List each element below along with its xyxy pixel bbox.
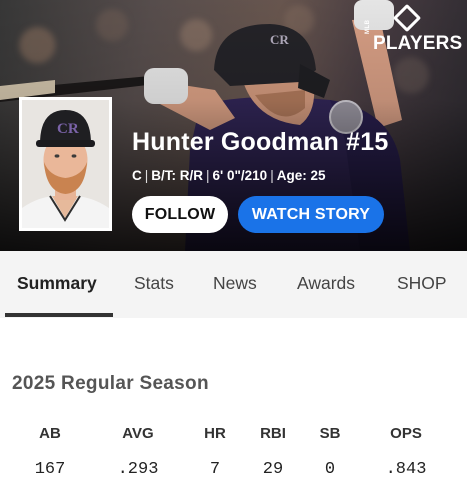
season-title: 2025 Regular Season	[12, 373, 209, 394]
stat-value-avg: .293	[117, 460, 159, 479]
logo-mlb-text: MLB	[365, 19, 371, 35]
tab-stats[interactable]: Stats	[134, 273, 174, 294]
bio-age: Age: 25	[276, 168, 326, 183]
stat-value-ab: 167	[34, 460, 66, 479]
players-diamond-icon	[392, 3, 422, 33]
stat-header-avg: AVG	[122, 425, 154, 442]
tab-shop[interactable]: SHOP	[397, 273, 447, 294]
watch-story-button[interactable]: WATCH STORY	[238, 196, 384, 233]
bio-bats-throws: B/T: R/R	[151, 168, 204, 183]
stat-header-sb: SB	[319, 425, 341, 442]
player-name: Hunter Goodman #15	[132, 128, 389, 156]
headshot-image: CR	[22, 100, 109, 228]
stat-header-hr: HR	[204, 425, 226, 442]
bio-height-weight: 6' 0"/210	[212, 168, 268, 183]
profile-tabs: Summary Stats News Awards SHOP	[0, 251, 467, 318]
stat-header-ab: AB	[39, 425, 61, 442]
tab-summary[interactable]: Summary	[17, 273, 97, 294]
stat-header-rbi: RBI	[260, 425, 286, 442]
tab-awards[interactable]: Awards	[297, 273, 355, 294]
bio-position: C	[132, 168, 142, 183]
player-bio: C | B/T: R/R | 6' 0"/210 | Age: 25	[132, 168, 326, 183]
svg-text:CR: CR	[57, 121, 79, 137]
logo-wordmark: PLAYERS	[373, 33, 463, 54]
stat-header-ops: OPS	[390, 425, 422, 442]
follow-button[interactable]: FOLLOW	[132, 196, 228, 233]
stat-value-sb: 0	[324, 460, 336, 479]
active-tab-indicator	[5, 313, 113, 317]
stat-value-hr: 7	[209, 460, 221, 479]
stat-value-rbi: 29	[262, 460, 284, 479]
tab-news[interactable]: News	[213, 273, 257, 294]
player-headshot: CR	[19, 97, 112, 231]
player-hero: CR MLB PLAYERS CR Hunter Goo	[0, 0, 467, 251]
mlb-players-logo: MLB PLAYERS	[365, 3, 462, 54]
stat-value-ops: .843	[385, 460, 427, 479]
